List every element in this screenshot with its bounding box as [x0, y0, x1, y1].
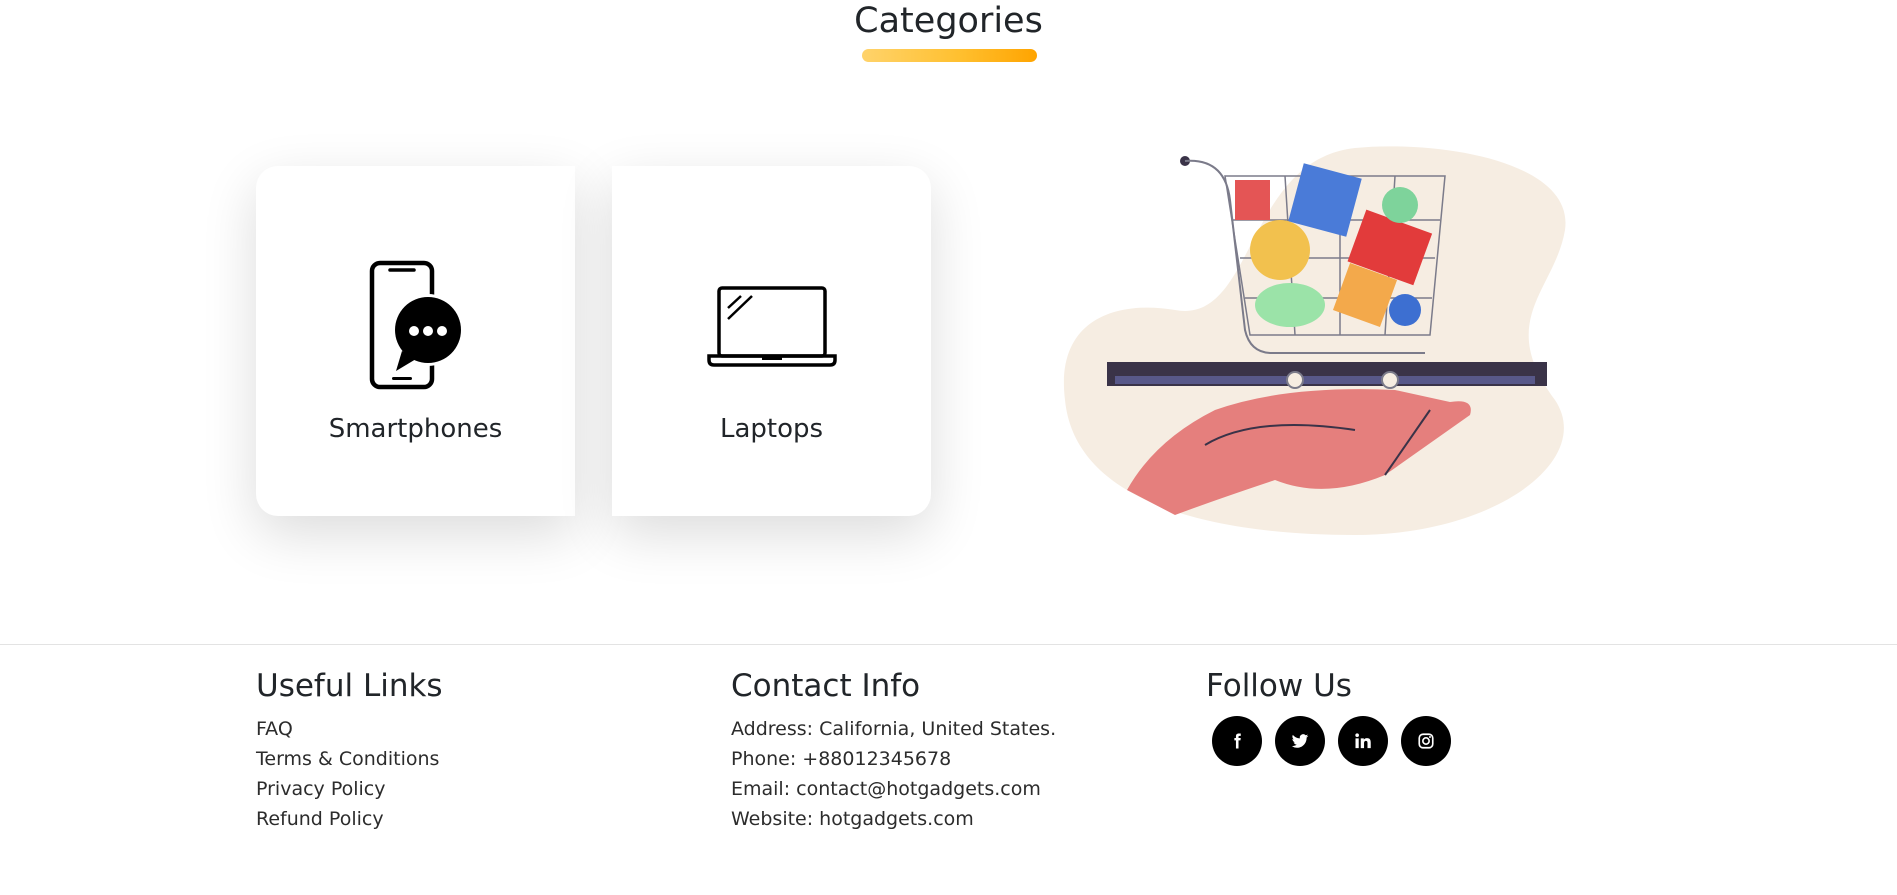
shopping-cart-illustration — [1055, 140, 1585, 540]
contact-info-heading: Contact Info — [731, 668, 921, 704]
linkedin-icon — [1355, 733, 1371, 749]
contact-address: Address: California, United States. — [731, 718, 1057, 740]
footer-link-privacy[interactable]: Privacy Policy — [256, 774, 443, 804]
title-underline — [862, 49, 1037, 62]
contact-email: Email: contact@hotgadgets.com — [731, 778, 1041, 800]
footer-link-refund[interactable]: Refund Policy — [256, 804, 443, 834]
linkedin-button[interactable] — [1338, 716, 1388, 766]
facebook-button[interactable] — [1212, 716, 1262, 766]
social-links — [1212, 716, 1451, 766]
contact-website: Website: hotgadgets.com — [731, 808, 974, 830]
category-card-smartphones[interactable]: Smartphones — [256, 166, 575, 516]
category-label: Laptops — [719, 414, 824, 444]
smartphone-chat-icon — [256, 256, 575, 396]
instagram-icon — [1418, 733, 1434, 749]
facebook-icon — [1234, 733, 1241, 749]
contact-phone: Phone: +88012345678 — [731, 748, 952, 770]
twitter-icon — [1291, 734, 1309, 748]
instagram-button[interactable] — [1401, 716, 1451, 766]
follow-us-heading: Follow Us — [1206, 668, 1352, 704]
footer-link-terms[interactable]: Terms & Conditions — [256, 744, 443, 774]
category-card-laptops[interactable]: Laptops — [612, 166, 931, 516]
category-label: Smartphones — [328, 414, 503, 444]
footer-divider — [0, 644, 1897, 645]
laptop-icon — [612, 256, 931, 396]
useful-links-section: Useful Links FAQ Terms & Conditions Priv… — [256, 666, 443, 834]
footer-link-faq[interactable]: FAQ — [256, 714, 443, 744]
useful-links-heading: Useful Links — [256, 668, 443, 704]
categories-title: Categories — [854, 1, 1043, 41]
contact-info-section: Contact Info Address: California, United… — [731, 666, 1056, 834]
twitter-button[interactable] — [1275, 716, 1325, 766]
follow-us-section: Follow Us — [1206, 666, 1451, 766]
